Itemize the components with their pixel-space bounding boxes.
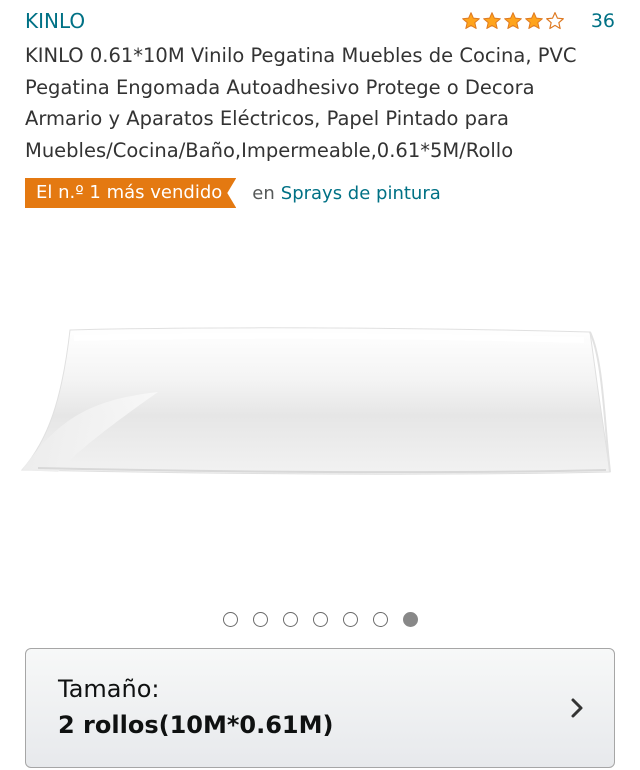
carousel-dot[interactable] [312, 612, 328, 627]
carousel-dot[interactable] [342, 612, 358, 627]
vinyl-roll-image [20, 327, 611, 475]
size-value: 2 rollos(10M*0.61M) [58, 711, 334, 739]
star-outline-icon [545, 11, 565, 31]
carousel-dot[interactable] [282, 612, 298, 627]
carousel-dot[interactable] [252, 612, 268, 627]
chevron-right-icon [570, 697, 584, 719]
star-icon [524, 11, 544, 31]
star-icon [503, 11, 523, 31]
rating-stars [461, 11, 565, 31]
bestseller-in-label: en [252, 182, 275, 204]
brand-link[interactable]: KINLO [25, 8, 85, 34]
rating[interactable]: 36 [461, 8, 615, 34]
bestseller-badge: El n.º 1 más vendido [25, 178, 236, 208]
size-selector-button[interactable]: Tamaño: 2 rollos(10M*0.61M) [25, 648, 615, 768]
star-icon [461, 11, 481, 31]
carousel-dot[interactable] [372, 612, 388, 627]
size-label: Tamaño: [58, 675, 160, 703]
bestseller-row: El n.º 1 más vendido en Sprays de pintur… [25, 178, 441, 208]
bestseller-category-link[interactable]: Sprays de pintura [281, 183, 441, 204]
carousel-dot-active[interactable] [402, 612, 418, 627]
carousel-dot[interactable] [222, 612, 238, 627]
review-count-link[interactable]: 36 [591, 10, 615, 32]
star-icon [482, 11, 502, 31]
product-image[interactable] [18, 300, 622, 500]
image-carousel-dots [0, 612, 640, 627]
product-title: KINLO 0.61*10M Vinilo Pegatina Muebles d… [25, 44, 577, 162]
